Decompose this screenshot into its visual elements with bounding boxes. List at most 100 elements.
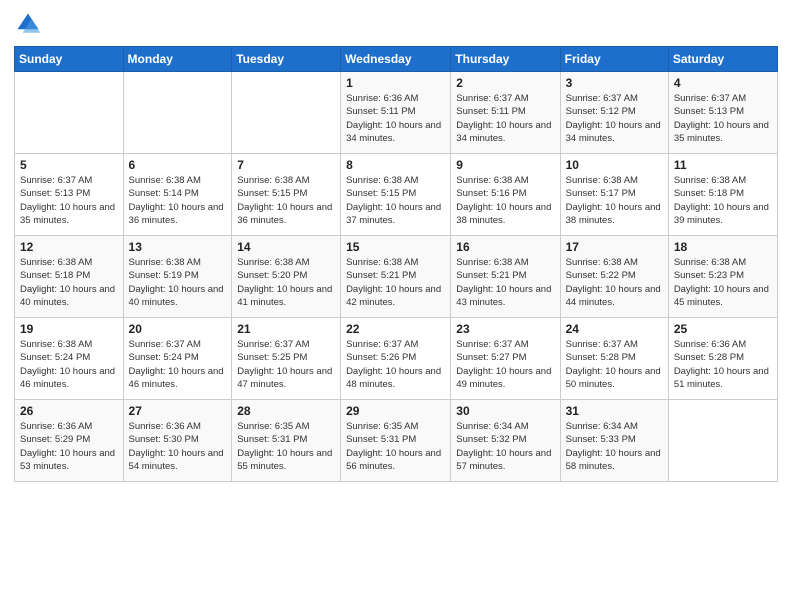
day-cell: 8 Sunrise: 6:38 AMSunset: 5:15 PMDaylight…	[341, 154, 451, 236]
day-number: 19	[20, 322, 118, 336]
day-cell: 31Sunrise: 6:34 AMSunset: 5:33 PMDayligh…	[560, 400, 668, 482]
day-info: Sunrise: 6:37 AMSunset: 5:26 PMDaylight:…	[346, 338, 445, 391]
day-cell	[15, 72, 124, 154]
day-info: Sunrise: 6:38 AMSunset: 5:21 PMDaylight:…	[346, 256, 445, 309]
day-info: Sunrise: 6:37 AMSunset: 5:11 PMDaylight:…	[456, 92, 554, 145]
day-info: Sunrise: 6:38 AMSunset: 5:21 PMDaylight:…	[456, 256, 554, 309]
week-row-3: 12 Sunrise: 6:38 AMSunset: 5:18 PMDayligh…	[15, 236, 778, 318]
day-cell	[123, 72, 232, 154]
day-number: 25	[674, 322, 772, 336]
day-cell: 15 Sunrise: 6:38 AMSunset: 5:21 PMDayligh…	[341, 236, 451, 318]
logo	[14, 10, 46, 38]
day-info: Sunrise: 6:37 AMSunset: 5:12 PMDaylight:…	[566, 92, 663, 145]
day-cell: 23Sunrise: 6:37 AMSunset: 5:27 PMDayligh…	[451, 318, 560, 400]
weekday-header-sunday: Sunday	[15, 47, 124, 72]
day-number: 12	[20, 240, 118, 254]
day-cell: 6Sunrise: 6:38 AMSunset: 5:14 PMDaylight…	[123, 154, 232, 236]
day-number: 15	[346, 240, 445, 254]
day-cell: 2 Sunrise: 6:37 AMSunset: 5:11 PMDaylight…	[451, 72, 560, 154]
day-number: 20	[129, 322, 227, 336]
week-row-5: 26 Sunrise: 6:36 AMSunset: 5:29 PMDayligh…	[15, 400, 778, 482]
day-cell: 5 Sunrise: 6:37 AMSunset: 5:13 PMDaylight…	[15, 154, 124, 236]
day-info: Sunrise: 6:38 AMSunset: 5:14 PMDaylight:…	[129, 174, 227, 227]
day-info: Sunrise: 6:38 AMSunset: 5:19 PMDaylight:…	[129, 256, 227, 309]
day-cell: 7Sunrise: 6:38 AMSunset: 5:15 PMDaylight…	[232, 154, 341, 236]
day-info: Sunrise: 6:35 AMSunset: 5:31 PMDaylight:…	[237, 420, 335, 473]
week-row-2: 5 Sunrise: 6:37 AMSunset: 5:13 PMDaylight…	[15, 154, 778, 236]
day-cell: 20 Sunrise: 6:37 AMSunset: 5:24 PMDayligh…	[123, 318, 232, 400]
day-info: Sunrise: 6:38 AMSunset: 5:17 PMDaylight:…	[566, 174, 663, 227]
weekday-header-row: SundayMondayTuesdayWednesdayThursdayFrid…	[15, 47, 778, 72]
day-number: 2	[456, 76, 554, 90]
day-number: 27	[129, 404, 227, 418]
day-cell: 1 Sunrise: 6:36 AMSunset: 5:11 PMDaylight…	[341, 72, 451, 154]
day-info: Sunrise: 6:37 AMSunset: 5:24 PMDaylight:…	[129, 338, 227, 391]
day-number: 13	[129, 240, 227, 254]
day-info: Sunrise: 6:38 AMSunset: 5:16 PMDaylight:…	[456, 174, 554, 227]
day-cell: 30 Sunrise: 6:34 AMSunset: 5:32 PMDayligh…	[451, 400, 560, 482]
day-info: Sunrise: 6:35 AMSunset: 5:31 PMDaylight:…	[346, 420, 445, 473]
day-cell: 4 Sunrise: 6:37 AMSunset: 5:13 PMDaylight…	[668, 72, 777, 154]
day-info: Sunrise: 6:38 AMSunset: 5:18 PMDaylight:…	[674, 174, 772, 227]
day-info: Sunrise: 6:38 AMSunset: 5:23 PMDaylight:…	[674, 256, 772, 309]
day-cell	[232, 72, 341, 154]
day-number: 24	[566, 322, 663, 336]
day-number: 1	[346, 76, 445, 90]
day-cell: 25 Sunrise: 6:36 AMSunset: 5:28 PMDayligh…	[668, 318, 777, 400]
weekday-header-monday: Monday	[123, 47, 232, 72]
day-number: 5	[20, 158, 118, 172]
day-cell: 29Sunrise: 6:35 AMSunset: 5:31 PMDayligh…	[341, 400, 451, 482]
day-info: Sunrise: 6:37 AMSunset: 5:27 PMDaylight:…	[456, 338, 554, 391]
day-cell: 12 Sunrise: 6:38 AMSunset: 5:18 PMDayligh…	[15, 236, 124, 318]
day-cell: 11 Sunrise: 6:38 AMSunset: 5:18 PMDayligh…	[668, 154, 777, 236]
day-info: Sunrise: 6:38 AMSunset: 5:24 PMDaylight:…	[20, 338, 118, 391]
day-number: 16	[456, 240, 554, 254]
day-info: Sunrise: 6:36 AMSunset: 5:30 PMDaylight:…	[129, 420, 227, 473]
day-number: 21	[237, 322, 335, 336]
day-number: 4	[674, 76, 772, 90]
day-info: Sunrise: 6:38 AMSunset: 5:15 PMDaylight:…	[237, 174, 335, 227]
weekday-header-wednesday: Wednesday	[341, 47, 451, 72]
day-info: Sunrise: 6:36 AMSunset: 5:28 PMDaylight:…	[674, 338, 772, 391]
day-number: 22	[346, 322, 445, 336]
day-number: 28	[237, 404, 335, 418]
day-number: 30	[456, 404, 554, 418]
day-cell	[668, 400, 777, 482]
day-number: 14	[237, 240, 335, 254]
day-cell: 13 Sunrise: 6:38 AMSunset: 5:19 PMDayligh…	[123, 236, 232, 318]
day-number: 8	[346, 158, 445, 172]
day-cell: 14 Sunrise: 6:38 AMSunset: 5:20 PMDayligh…	[232, 236, 341, 318]
day-info: Sunrise: 6:38 AMSunset: 5:20 PMDaylight:…	[237, 256, 335, 309]
day-info: Sunrise: 6:38 AMSunset: 5:22 PMDaylight:…	[566, 256, 663, 309]
day-number: 26	[20, 404, 118, 418]
day-number: 3	[566, 76, 663, 90]
day-info: Sunrise: 6:37 AMSunset: 5:13 PMDaylight:…	[20, 174, 118, 227]
day-cell: 22 Sunrise: 6:37 AMSunset: 5:26 PMDayligh…	[341, 318, 451, 400]
day-number: 9	[456, 158, 554, 172]
day-info: Sunrise: 6:37 AMSunset: 5:13 PMDaylight:…	[674, 92, 772, 145]
day-cell: 28 Sunrise: 6:35 AMSunset: 5:31 PMDayligh…	[232, 400, 341, 482]
day-cell: 21Sunrise: 6:37 AMSunset: 5:25 PMDayligh…	[232, 318, 341, 400]
day-cell: 17Sunrise: 6:38 AMSunset: 5:22 PMDayligh…	[560, 236, 668, 318]
logo-icon	[14, 10, 42, 38]
day-info: Sunrise: 6:38 AMSunset: 5:18 PMDaylight:…	[20, 256, 118, 309]
day-cell: 18Sunrise: 6:38 AMSunset: 5:23 PMDayligh…	[668, 236, 777, 318]
day-cell: 3 Sunrise: 6:37 AMSunset: 5:12 PMDaylight…	[560, 72, 668, 154]
day-info: Sunrise: 6:34 AMSunset: 5:32 PMDaylight:…	[456, 420, 554, 473]
day-info: Sunrise: 6:37 AMSunset: 5:28 PMDaylight:…	[566, 338, 663, 391]
day-info: Sunrise: 6:38 AMSunset: 5:15 PMDaylight:…	[346, 174, 445, 227]
day-info: Sunrise: 6:36 AMSunset: 5:29 PMDaylight:…	[20, 420, 118, 473]
weekday-header-thursday: Thursday	[451, 47, 560, 72]
weekday-header-friday: Friday	[560, 47, 668, 72]
day-info: Sunrise: 6:36 AMSunset: 5:11 PMDaylight:…	[346, 92, 445, 145]
day-number: 31	[566, 404, 663, 418]
day-cell: 9 Sunrise: 6:38 AMSunset: 5:16 PMDaylight…	[451, 154, 560, 236]
day-number: 10	[566, 158, 663, 172]
day-cell: 26 Sunrise: 6:36 AMSunset: 5:29 PMDayligh…	[15, 400, 124, 482]
weekday-header-saturday: Saturday	[668, 47, 777, 72]
page: SundayMondayTuesdayWednesdayThursdayFrid…	[0, 0, 792, 612]
week-row-1: 1 Sunrise: 6:36 AMSunset: 5:11 PMDaylight…	[15, 72, 778, 154]
day-number: 11	[674, 158, 772, 172]
day-cell: 27 Sunrise: 6:36 AMSunset: 5:30 PMDayligh…	[123, 400, 232, 482]
calendar-table: SundayMondayTuesdayWednesdayThursdayFrid…	[14, 46, 778, 482]
